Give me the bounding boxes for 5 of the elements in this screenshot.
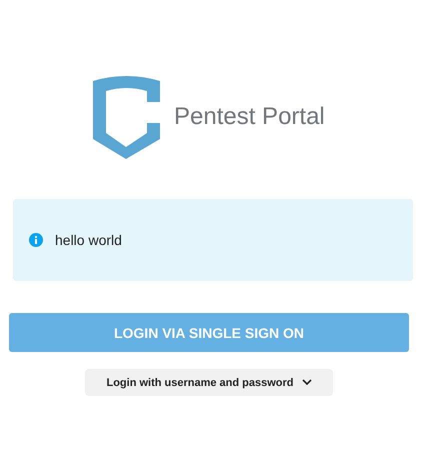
portal-title: Pentest Portal <box>174 103 325 131</box>
info-icon <box>29 233 43 247</box>
shield-logo-icon <box>93 75 160 159</box>
credentials-toggle-button[interactable]: Login with username and password <box>85 369 333 396</box>
alert-message: hello world <box>55 232 122 248</box>
